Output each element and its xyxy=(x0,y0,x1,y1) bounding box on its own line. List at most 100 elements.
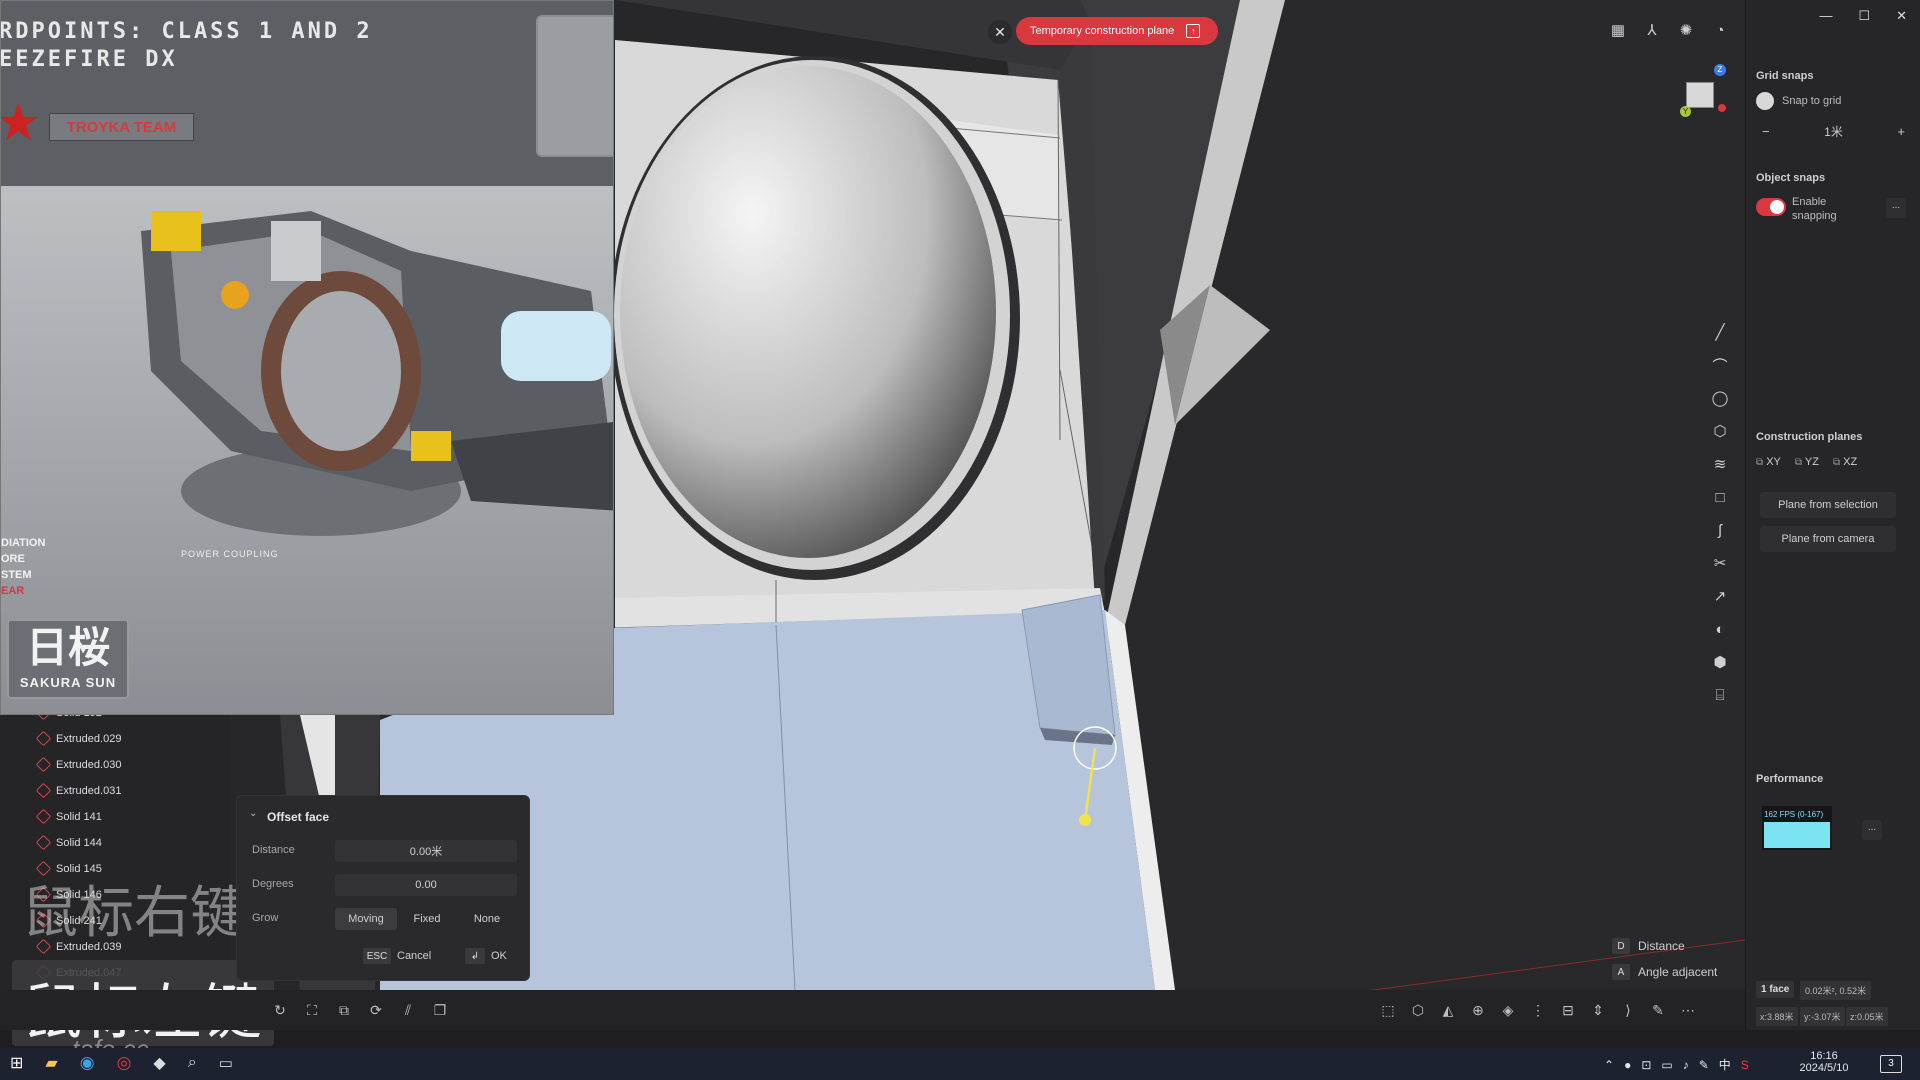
outliner-item[interactable]: Extruded.029 xyxy=(0,726,230,752)
axis-y-label[interactable]: Y xyxy=(1680,106,1691,117)
ok-button[interactable]: ↲ OK xyxy=(465,948,507,964)
split-icon[interactable]: ⊟ xyxy=(1558,1000,1578,1020)
clock-time[interactable]: 16:16 xyxy=(1794,1050,1854,1062)
snapping-options-button[interactable]: ... xyxy=(1886,198,1906,218)
grow-none-option[interactable]: None xyxy=(457,908,517,930)
grid-size-value[interactable]: 1米 xyxy=(1824,123,1843,140)
plane-from-camera-button[interactable]: Plane from camera xyxy=(1760,526,1896,552)
minimize-icon[interactable]: — xyxy=(1819,8,1832,24)
more-tools-icon[interactable]: ⋯ xyxy=(1678,1000,1698,1020)
draft-icon[interactable]: ⋮ xyxy=(1528,1000,1548,1020)
grow-fixed-option[interactable]: Fixed xyxy=(397,908,457,930)
shell-icon[interactable]: ◈ xyxy=(1498,1000,1518,1020)
rotate-icon[interactable]: ↻ xyxy=(270,1000,290,1020)
outliner-item[interactable]: Extruded.031 xyxy=(0,778,230,804)
measure-icon[interactable]: ✎ xyxy=(1648,1000,1668,1020)
performance-heading: Performance xyxy=(1756,773,1824,785)
construction-plane-banner[interactable]: Temporary construction plane ↑ xyxy=(1016,17,1218,45)
mirror-icon[interactable]: ⫽ xyxy=(398,1000,418,1020)
curve-tool-icon[interactable]: ʃ xyxy=(1708,518,1732,542)
pen-icon[interactable]: ✎ xyxy=(1699,1058,1709,1072)
construction-planes-heading: Construction planes xyxy=(1756,431,1863,443)
line-tool-icon[interactable]: ╱ xyxy=(1708,320,1732,344)
plasticity-app-icon[interactable]: ◆ xyxy=(153,1053,165,1073)
box-tool-icon[interactable]: ⬢ xyxy=(1708,650,1732,674)
loft-icon[interactable]: ⟩ xyxy=(1618,1000,1638,1020)
outliner-item[interactable]: Extruded.030 xyxy=(0,752,230,778)
selection-y: y:-3.07米 xyxy=(1800,1007,1845,1026)
move-face-icon[interactable]: ⇕ xyxy=(1588,1000,1608,1020)
rectangle-tool-icon[interactable]: □ xyxy=(1708,485,1732,509)
network-icon[interactable]: ⊡ xyxy=(1641,1058,1651,1072)
offset-icon[interactable]: ⬡ xyxy=(1408,1000,1428,1020)
degrees-input[interactable]: 0.00 xyxy=(335,874,517,896)
axis-x-dot[interactable] xyxy=(1718,104,1726,112)
enable-snapping-label: Enable snapping xyxy=(1792,196,1837,222)
volume-icon[interactable]: ♪ xyxy=(1683,1058,1689,1072)
outliner-item[interactable]: Solid 144 xyxy=(0,830,230,856)
plane-yz-button[interactable]: ⧉ YZ xyxy=(1795,456,1819,468)
copy-icon[interactable]: ❐ xyxy=(430,1000,450,1020)
polyline-tool-icon[interactable]: ⌒ xyxy=(1708,353,1732,377)
start-menu-icon[interactable]: ⊞ xyxy=(10,1053,23,1073)
view-cube[interactable]: Z Y xyxy=(1670,60,1730,120)
grid-view-icon[interactable]: ▦ xyxy=(1606,18,1630,42)
plane-xz-button[interactable]: ⧉ XZ xyxy=(1833,456,1857,468)
outliner-item[interactable]: Solid 141 xyxy=(0,804,230,830)
pivot-icon[interactable]: ⟳ xyxy=(366,1000,386,1020)
file-explorer-icon[interactable]: ▰ xyxy=(45,1053,57,1073)
outliner-item-label: Extruded.030 xyxy=(56,759,122,771)
extrude-icon[interactable]: ⬚ xyxy=(1378,1000,1398,1020)
shading-icon[interactable]: ◔ xyxy=(1708,18,1732,42)
grid-size-stepper[interactable]: − 1米 + xyxy=(1756,120,1911,142)
export-icon[interactable]: ↑ xyxy=(1186,24,1201,38)
window-close-icon[interactable]: ✕ xyxy=(1896,8,1907,24)
enter-key-icon: ↲ xyxy=(465,948,485,964)
display-icon[interactable]: ▭ xyxy=(1661,1058,1672,1072)
fps-label: 162 FPS (0-167) xyxy=(1764,810,1824,819)
side-text: DIATION ORE STEM EAR xyxy=(1,535,45,599)
netease-music-icon[interactable]: ◎ xyxy=(117,1053,132,1073)
cut-tool-icon[interactable]: ✂ xyxy=(1708,551,1732,575)
clock-date[interactable]: 2024/5/10 xyxy=(1794,1062,1854,1074)
close-plane-button[interactable]: ✕ xyxy=(988,20,1012,44)
fillet-icon[interactable]: ◭ xyxy=(1438,1000,1458,1020)
microphone-icon[interactable]: ● xyxy=(1624,1058,1631,1072)
polygon-tool-icon[interactable]: ⬡ xyxy=(1708,419,1732,443)
plane-icon: ⧉ xyxy=(1832,457,1841,468)
enable-snapping-toggle[interactable] xyxy=(1756,198,1786,216)
antivirus-icon[interactable]: S xyxy=(1741,1058,1749,1072)
decrease-grid-button[interactable]: − xyxy=(1762,124,1770,139)
plane-xy-button[interactable]: ⧉ XY xyxy=(1756,456,1781,468)
layers-tool-icon[interactable]: ≋ xyxy=(1708,452,1732,476)
snap-to-grid-toggle[interactable] xyxy=(1756,92,1774,110)
ok-label: OK xyxy=(491,950,507,962)
notification-button[interactable]: 3 xyxy=(1880,1055,1902,1073)
view-cube-face[interactable] xyxy=(1686,82,1714,108)
grow-moving-option[interactable]: Moving xyxy=(335,908,397,930)
search-app-icon[interactable]: ⌕ xyxy=(188,1054,197,1072)
arc-tool-icon[interactable]: ↗ xyxy=(1708,584,1732,608)
axes-icon[interactable]: ⅄ xyxy=(1640,18,1664,42)
cylinder-tool-icon[interactable]: ⌸ xyxy=(1708,683,1732,707)
edge-browser-icon[interactable]: ◉ xyxy=(80,1053,95,1073)
collapse-chevron-icon[interactable]: ⌄ xyxy=(249,808,257,819)
sphere-tool-icon[interactable]: ◐ xyxy=(1708,617,1732,641)
duplicate-icon[interactable]: ⧉ xyxy=(334,1000,354,1020)
render-mode-icon[interactable]: ✺ xyxy=(1674,18,1698,42)
video-recorder-icon[interactable]: ▭ xyxy=(219,1054,233,1072)
plane-from-selection-button[interactable]: Plane from selection xyxy=(1760,492,1896,518)
axis-z-label[interactable]: Z xyxy=(1714,64,1726,76)
distance-input[interactable]: 0.00米 xyxy=(335,840,517,862)
cancel-button[interactable]: ESC Cancel xyxy=(363,948,431,964)
scale-icon[interactable]: ⛶ xyxy=(302,1000,322,1020)
boolean-icon[interactable]: ⊕ xyxy=(1468,1000,1488,1020)
increase-grid-button[interactable]: + xyxy=(1897,124,1905,139)
circle-tool-icon[interactable]: ◯ xyxy=(1708,386,1732,410)
maximize-icon[interactable]: ☐ xyxy=(1858,8,1870,24)
performance-options-button[interactable]: ... xyxy=(1862,820,1882,840)
sakura-en-text: SAKURA SUN xyxy=(19,675,117,690)
ime-indicator[interactable]: 中 xyxy=(1719,1056,1731,1073)
selection-z: z:0.05米 xyxy=(1846,1007,1888,1026)
tray-overflow-icon[interactable]: ⌃ xyxy=(1604,1058,1614,1072)
